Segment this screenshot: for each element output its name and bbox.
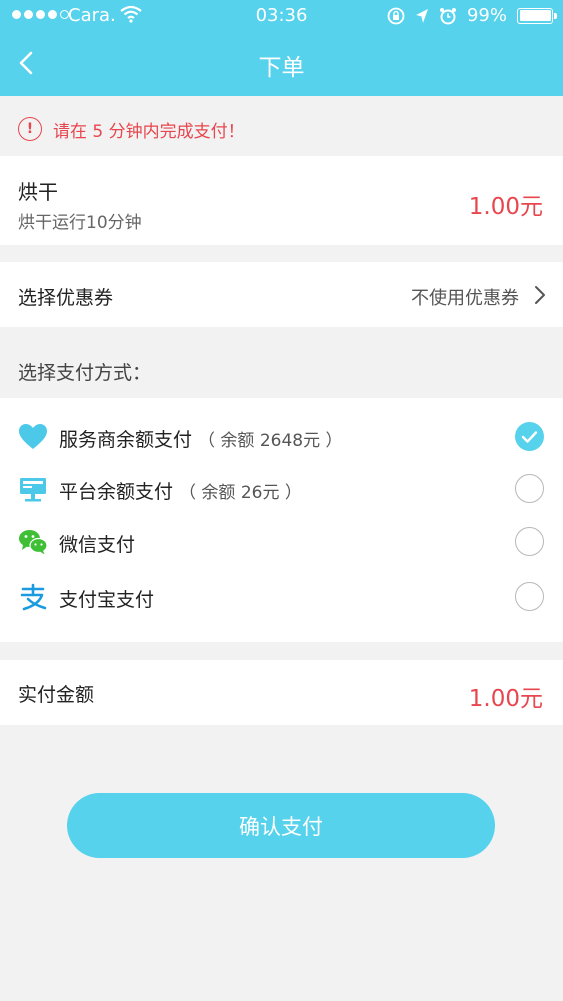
payment-option-wechat[interactable]: 微信支付 [0, 517, 563, 567]
rotation-lock-icon [387, 7, 405, 24]
coupon-label: 选择优惠券 [18, 287, 114, 309]
payment-option-alipay[interactable]: 支付宝支付 [0, 572, 563, 622]
payment-option-provider-balance[interactable]: 服务商余额支付（ 余额 2648元 ） [0, 412, 563, 462]
payment-radio[interactable] [515, 474, 544, 503]
payment-option-label: 支付宝支付 [59, 589, 155, 611]
coupon-selector[interactable]: 选择优惠券 不使用优惠券 [0, 262, 563, 327]
actual-payment-label: 实付金额 [18, 684, 95, 706]
battery-icon [517, 7, 557, 24]
coupon-value: 不使用优惠券 [411, 288, 519, 309]
order-item: 烘干 烘干运行10分钟 1.00元 [0, 156, 563, 245]
checkmark-icon [521, 431, 538, 443]
wechat-icon [19, 530, 48, 555]
payment-option-platform-balance[interactable]: 平台余额支付（ 余额 26元 ） [0, 464, 563, 514]
alarm-icon [439, 7, 456, 24]
battery-percent: 99% [466, 5, 507, 26]
payment-radio[interactable] [515, 527, 544, 556]
order-item-name: 烘干 [18, 180, 58, 204]
header: Cara. 03:36 99% 下单 [0, 0, 563, 96]
confirm-payment-button[interactable]: 确认支付 [67, 793, 495, 858]
payment-option-label: 平台余额支付 [59, 481, 174, 503]
location-icon [415, 8, 428, 23]
payment-method-heading: 选择支付方式： [18, 362, 152, 384]
chevron-right-icon [535, 286, 545, 304]
nav-bar: 下单 [0, 32, 563, 96]
warning-icon: ! [18, 117, 42, 141]
actual-payment-amount: 1.00元 [468, 686, 543, 712]
status-bar: Cara. 03:36 99% [0, 0, 563, 32]
notice-text: 请在 5 分钟内完成支付！ [53, 121, 245, 142]
alipay-icon [20, 583, 47, 611]
payment-option-label: 微信支付 [59, 534, 136, 556]
order-item-description: 烘干运行10分钟 [18, 213, 142, 233]
order-item-price: 1.00元 [468, 194, 543, 220]
payment-methods: 服务商余额支付（ 余额 2648元 ） 平台余额支付（ 余额 26元 ） 微信支… [0, 398, 563, 642]
page-title: 下单 [258, 55, 305, 81]
payment-time-notice: ! 请在 5 分钟内完成支付！ [0, 106, 563, 152]
terminal-icon [20, 478, 46, 502]
status-right: 99% [387, 5, 557, 26]
payment-radio-checked[interactable] [515, 422, 544, 451]
payment-option-balance: （ 余额 2648元 ） [198, 431, 343, 451]
payment-radio[interactable] [515, 582, 544, 611]
heart-icon [19, 424, 47, 449]
actual-payment-row: 实付金额 1.00元 [0, 660, 563, 725]
payment-option-balance: （ 余额 26元 ） [179, 483, 302, 503]
payment-option-label: 服务商余额支付 [59, 429, 193, 451]
